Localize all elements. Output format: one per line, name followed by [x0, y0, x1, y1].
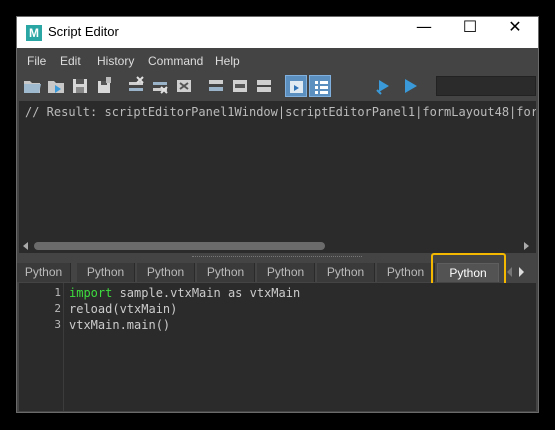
code-text: vtxMain.main() — [69, 318, 171, 332]
code-text: reload(vtxMain) — [69, 302, 178, 316]
line-number: 1 — [54, 286, 61, 299]
tab-python-2[interactable]: Python — [77, 263, 135, 282]
tab-scroll-left-icon[interactable] — [507, 267, 512, 277]
execute-all-icon[interactable] — [373, 75, 395, 97]
menu-help[interactable]: Help — [215, 54, 240, 68]
minimize-button[interactable]: — — [401, 17, 447, 48]
execute-icon[interactable] — [399, 75, 421, 97]
code-line[interactable]: vtxMain.main() — [69, 318, 170, 332]
window-title: Script Editor — [48, 24, 119, 39]
command-search-field[interactable] — [436, 76, 536, 96]
tab-python-5[interactable]: Python — [257, 263, 315, 282]
code-text: sample.vtxMain as vtxMain — [112, 286, 301, 300]
echo-all-icon[interactable] — [205, 75, 227, 97]
clear-input-icon[interactable] — [149, 75, 171, 97]
tab-python-6[interactable]: Python — [317, 263, 375, 282]
maximize-button[interactable]: ☐ — [447, 17, 493, 48]
title-bar[interactable]: M Script Editor — ☐ ✕ — [17, 17, 538, 48]
menu-history[interactable]: History — [97, 54, 134, 68]
save-script-icon[interactable] — [69, 75, 91, 97]
source-script-icon[interactable] — [45, 75, 67, 97]
tab-python-4[interactable]: Python — [197, 263, 255, 282]
scroll-left-arrow-icon[interactable] — [23, 242, 28, 250]
show-history-icon[interactable] — [285, 75, 307, 97]
code-line[interactable]: import sample.vtxMain as vtxMain — [69, 286, 300, 300]
open-script-icon[interactable] — [21, 75, 43, 97]
toolbar — [17, 73, 538, 99]
script-editor-window: M Script Editor — ☐ ✕ File Edit History … — [16, 16, 539, 413]
line-number: 3 — [54, 318, 61, 331]
history-horizontal-scrollbar[interactable] — [19, 239, 536, 253]
result-line: // Result: scriptEditorPanel1Window|scri… — [25, 105, 536, 119]
tab-python-3[interactable]: Python — [137, 263, 195, 282]
save-script-to-shelf-icon[interactable] — [93, 75, 115, 97]
history-output-panel[interactable]: // Result: scriptEditorPanel1Window|scri… — [19, 101, 536, 255]
show-stack-trace-icon[interactable] — [253, 75, 275, 97]
tab-scroll-right-icon[interactable] — [519, 267, 524, 277]
scrollbar-thumb[interactable] — [34, 242, 325, 250]
keyword-token: import — [69, 286, 113, 300]
clear-history-icon[interactable] — [125, 75, 147, 97]
close-button[interactable]: ✕ — [492, 17, 538, 48]
menu-command[interactable]: Command — [148, 54, 203, 68]
menu-file[interactable]: File — [27, 54, 46, 68]
menu-edit[interactable]: Edit — [60, 54, 81, 68]
scroll-right-arrow-icon[interactable] — [524, 242, 529, 250]
tab-python-7[interactable]: Python — [377, 263, 435, 282]
line-number-gutter: 1 2 3 — [19, 283, 64, 411]
script-input-editor[interactable]: 1 2 3 import sample.vtxMain as vtxMain r… — [19, 283, 536, 411]
show-input-icon[interactable] — [309, 75, 331, 97]
line-numbers-icon[interactable] — [229, 75, 251, 97]
menu-bar: File Edit History Command Help — [17, 49, 538, 73]
tab-python-1[interactable]: Python — [17, 263, 71, 282]
line-number: 2 — [54, 302, 61, 315]
splitter-grip[interactable] — [192, 256, 362, 258]
maya-app-icon: M — [26, 25, 42, 41]
clear-all-icon[interactable] — [173, 75, 195, 97]
code-line[interactable]: reload(vtxMain) — [69, 302, 177, 316]
